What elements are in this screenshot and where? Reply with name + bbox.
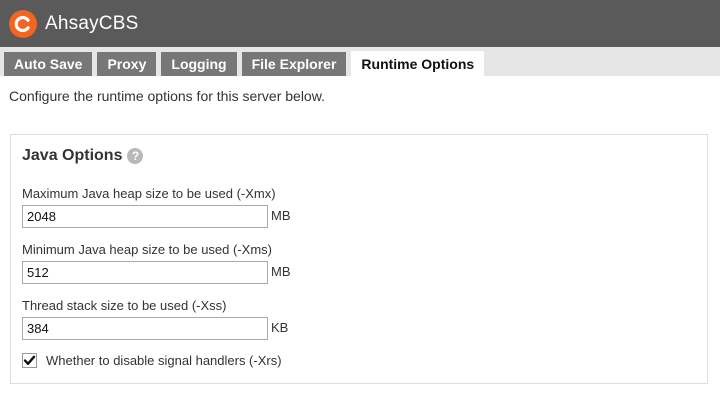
min-heap-input[interactable] bbox=[22, 261, 268, 284]
app-title: AhsayCBS bbox=[45, 12, 139, 34]
tab-runtime-options[interactable]: Runtime Options bbox=[351, 51, 485, 76]
thread-stack-label: Thread stack size to be used (-Xss) bbox=[22, 298, 227, 313]
max-heap-unit: MB bbox=[271, 208, 291, 223]
disable-signal-handlers-label: Whether to disable signal handlers (-Xrs… bbox=[46, 353, 282, 368]
thread-stack-input[interactable] bbox=[22, 317, 268, 340]
max-heap-input[interactable] bbox=[22, 205, 268, 228]
checkmark-icon bbox=[23, 355, 36, 365]
tab-file-explorer[interactable]: File Explorer bbox=[241, 52, 347, 76]
intro-text: Configure the runtime options for this s… bbox=[9, 88, 325, 104]
disable-signal-handlers-row: Whether to disable signal handlers (-Xrs… bbox=[22, 353, 282, 368]
tab-proxy[interactable]: Proxy bbox=[97, 52, 157, 76]
disable-signal-handlers-checkbox[interactable] bbox=[22, 353, 37, 368]
max-heap-label: Maximum Java heap size to be used (-Xmx) bbox=[22, 186, 276, 201]
min-heap-unit: MB bbox=[271, 264, 291, 279]
tab-bar: Auto Save Proxy Logging File Explorer Ru… bbox=[0, 47, 720, 76]
panel-title: Java Options ? bbox=[22, 147, 144, 165]
thread-stack-unit: KB bbox=[271, 320, 289, 335]
help-icon[interactable]: ? bbox=[127, 148, 144, 164]
java-options-title: Java Options bbox=[22, 147, 123, 164]
ahsay-logo-icon[interactable] bbox=[9, 9, 37, 38]
java-options-panel: Java Options ? Maximum Java heap size to… bbox=[10, 134, 708, 384]
tab-auto-save[interactable]: Auto Save bbox=[4, 52, 93, 76]
top-bar: AhsayCBS bbox=[0, 0, 720, 47]
tab-logging[interactable]: Logging bbox=[161, 52, 237, 76]
min-heap-label: Minimum Java heap size to be used (-Xms) bbox=[22, 242, 272, 257]
